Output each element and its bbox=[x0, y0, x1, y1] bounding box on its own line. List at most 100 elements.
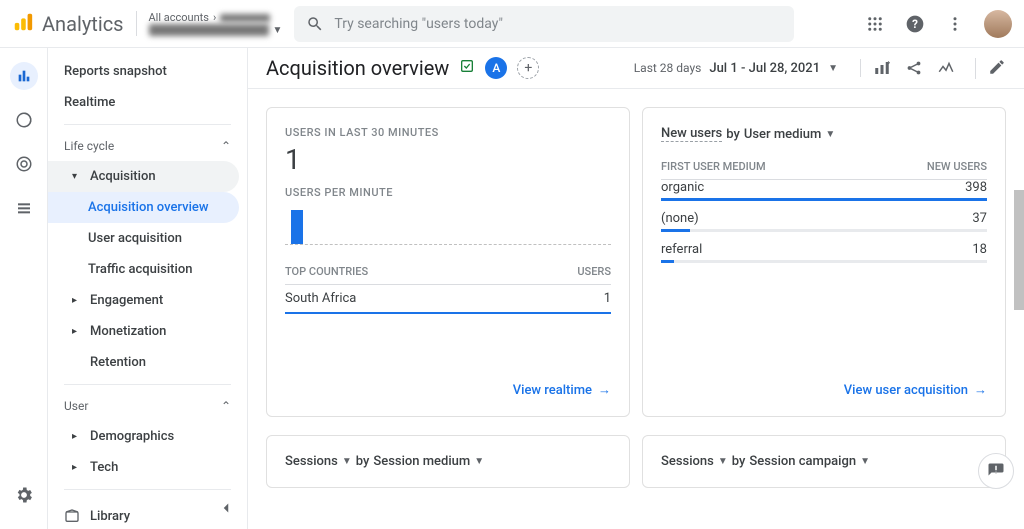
col-medium: FIRST USER MEDIUM bbox=[661, 160, 766, 173]
top-header: Analytics All accounts› ▼ Try searching … bbox=[0, 0, 1024, 48]
chevron-up-icon: ⌃ bbox=[221, 399, 231, 413]
date-range-picker[interactable]: Last 28 days Jul 1 - Jul 28, 2021 ▼ bbox=[634, 58, 1006, 79]
svg-text:?: ? bbox=[912, 17, 918, 31]
account-selector[interactable]: All accounts› ▼ bbox=[136, 11, 283, 36]
settings-icon[interactable] bbox=[10, 481, 38, 509]
main-content: Acquisition overview A + Last 28 days Ju… bbox=[248, 48, 1024, 529]
dimension-label: Session medium bbox=[373, 454, 470, 469]
chevron-down-icon: ▼ bbox=[825, 129, 835, 140]
nav-explore-icon[interactable] bbox=[10, 106, 38, 134]
sidebar-item-acq-overview[interactable]: Acquisition overview bbox=[48, 192, 239, 223]
cards-area: USERS IN LAST 30 MINUTES 1 USERS PER MIN… bbox=[248, 89, 1024, 529]
audience-chip[interactable]: A bbox=[485, 57, 507, 79]
realtime-users-value: 1 bbox=[285, 143, 611, 176]
sidebar-item-retention[interactable]: Retention bbox=[48, 347, 247, 378]
nav-configure-icon[interactable] bbox=[10, 194, 38, 222]
by-label: by bbox=[732, 454, 746, 469]
sessions-campaign-selector[interactable]: Sessions▼ by Session campaign▼ bbox=[661, 454, 987, 469]
sidebar-library-label: Library bbox=[90, 509, 130, 524]
caret-right-icon: ▸ bbox=[72, 431, 82, 442]
search-icon bbox=[306, 15, 324, 33]
sidebar-item-engagement[interactable]: ▸ Engagement bbox=[48, 285, 247, 316]
customize-icon[interactable] bbox=[873, 59, 891, 77]
chevron-up-icon: ⌃ bbox=[221, 139, 231, 153]
card-realtime: USERS IN LAST 30 MINUTES 1 USERS PER MIN… bbox=[266, 107, 630, 417]
sidebar-item-demographics[interactable]: ▸ Demographics bbox=[48, 421, 247, 452]
card-sessions-medium: Sessions▼ by Session medium▼ bbox=[266, 435, 630, 488]
account-blurred-2 bbox=[149, 24, 269, 36]
apps-icon[interactable] bbox=[864, 13, 886, 35]
help-icon[interactable]: ? bbox=[904, 13, 926, 35]
top-countries-header: TOP COUNTRIES USERS bbox=[285, 259, 611, 285]
arrow-right-icon: → bbox=[974, 382, 987, 398]
sidebar-item-tech[interactable]: ▸Tech bbox=[48, 452, 247, 483]
sidebar-item-label: Monetization bbox=[90, 324, 166, 339]
caret-right-icon: ▸ bbox=[72, 326, 82, 337]
collapse-sidebar-icon[interactable] bbox=[217, 499, 235, 521]
caret-right-icon: ▸ bbox=[72, 462, 82, 473]
col-newusers: NEW USERS bbox=[927, 160, 987, 173]
users-per-minute-label: USERS PER MINUTE bbox=[285, 186, 611, 199]
ga-logo-icon bbox=[12, 11, 34, 37]
link-label: View realtime bbox=[513, 383, 592, 398]
avatar[interactable] bbox=[984, 10, 1012, 38]
sessions-medium-selector[interactable]: Sessions▼ by Session medium▼ bbox=[285, 454, 611, 469]
view-realtime-link[interactable]: View realtime → bbox=[285, 382, 611, 398]
col-countries: TOP COUNTRIES bbox=[285, 265, 368, 278]
chevron-down-icon: ▼ bbox=[828, 63, 838, 74]
sidebar-item-label: Demographics bbox=[90, 429, 174, 444]
verified-icon bbox=[459, 58, 475, 78]
date-range-text: Jul 1 - Jul 28, 2021 bbox=[709, 61, 820, 76]
metric-label: New users bbox=[661, 126, 722, 142]
bar-row: referral18 bbox=[661, 242, 987, 263]
sidebar-item-acquisition[interactable]: ▾Acquisition bbox=[48, 161, 239, 192]
feedback-button[interactable] bbox=[978, 453, 1014, 489]
sidebar-item-realtime[interactable]: Realtime bbox=[48, 87, 247, 118]
product-logo[interactable]: Analytics bbox=[12, 11, 124, 37]
more-vert-icon[interactable] bbox=[944, 13, 966, 35]
chevron-down-icon: ▼ bbox=[860, 456, 870, 467]
account-line1: All accounts bbox=[149, 11, 209, 24]
chevron-down-icon: ▼ bbox=[273, 25, 283, 36]
sidebar-item-label: Engagement bbox=[90, 293, 163, 308]
by-label: by bbox=[356, 454, 370, 469]
caret-right-icon: ▸ bbox=[72, 295, 82, 306]
scrollbar-thumb[interactable] bbox=[1014, 190, 1024, 310]
sidebar: Reports snapshot Realtime Life cycle ⌃ ▾… bbox=[48, 48, 248, 529]
edit-icon[interactable] bbox=[988, 58, 1006, 76]
nav-reports-icon[interactable] bbox=[10, 62, 38, 90]
sidebar-group-label: Life cycle bbox=[64, 139, 114, 153]
search-input[interactable]: Try searching "users today" bbox=[294, 6, 794, 42]
date-preset-label: Last 28 days bbox=[634, 61, 702, 75]
bar-row: organic398 bbox=[661, 180, 987, 201]
account-blurred-1 bbox=[220, 14, 270, 22]
view-user-acquisition-link[interactable]: View user acquisition → bbox=[661, 382, 987, 398]
page-actions bbox=[860, 59, 955, 77]
sidebar-item-snapshot[interactable]: Reports snapshot bbox=[48, 56, 247, 87]
page-header: Acquisition overview A + Last 28 days Ju… bbox=[248, 48, 1024, 89]
product-name: Analytics bbox=[42, 12, 124, 36]
sidebar-item-label: Retention bbox=[90, 355, 146, 370]
bar-row: (none)37 bbox=[661, 211, 987, 232]
sidebar-item-monetization[interactable]: ▸ Monetization bbox=[48, 316, 247, 347]
newusers-header: FIRST USER MEDIUM NEW USERS bbox=[661, 154, 987, 180]
nav-advertising-icon[interactable] bbox=[10, 150, 38, 178]
add-comparison-button[interactable]: + bbox=[517, 57, 539, 79]
sidebar-group-label: User bbox=[64, 399, 88, 413]
header-actions: ? bbox=[864, 10, 1012, 38]
caret-down-icon: ▾ bbox=[72, 171, 82, 182]
card-new-users: New users by User medium ▼ FIRST USER ME… bbox=[642, 107, 1006, 417]
metric-label: Sessions bbox=[285, 454, 338, 469]
arrow-right-icon: → bbox=[598, 382, 611, 398]
col-users: USERS bbox=[577, 265, 611, 278]
sidebar-item-traffic-acq[interactable]: Traffic acquisition bbox=[48, 254, 247, 285]
sidebar-group-user[interactable]: User ⌃ bbox=[48, 391, 247, 421]
dimension-label: User medium bbox=[744, 127, 821, 142]
sidebar-item-user-acq[interactable]: User acquisition bbox=[48, 223, 247, 254]
card-title: USERS IN LAST 30 MINUTES bbox=[285, 126, 611, 139]
metric-dimension-selector[interactable]: New users by User medium ▼ bbox=[661, 126, 987, 142]
share-icon[interactable] bbox=[905, 59, 923, 77]
insights-icon[interactable] bbox=[937, 59, 955, 77]
card-sessions-campaign: Sessions▼ by Session campaign▼ bbox=[642, 435, 1006, 488]
sidebar-group-lifecycle[interactable]: Life cycle ⌃ bbox=[48, 131, 247, 161]
